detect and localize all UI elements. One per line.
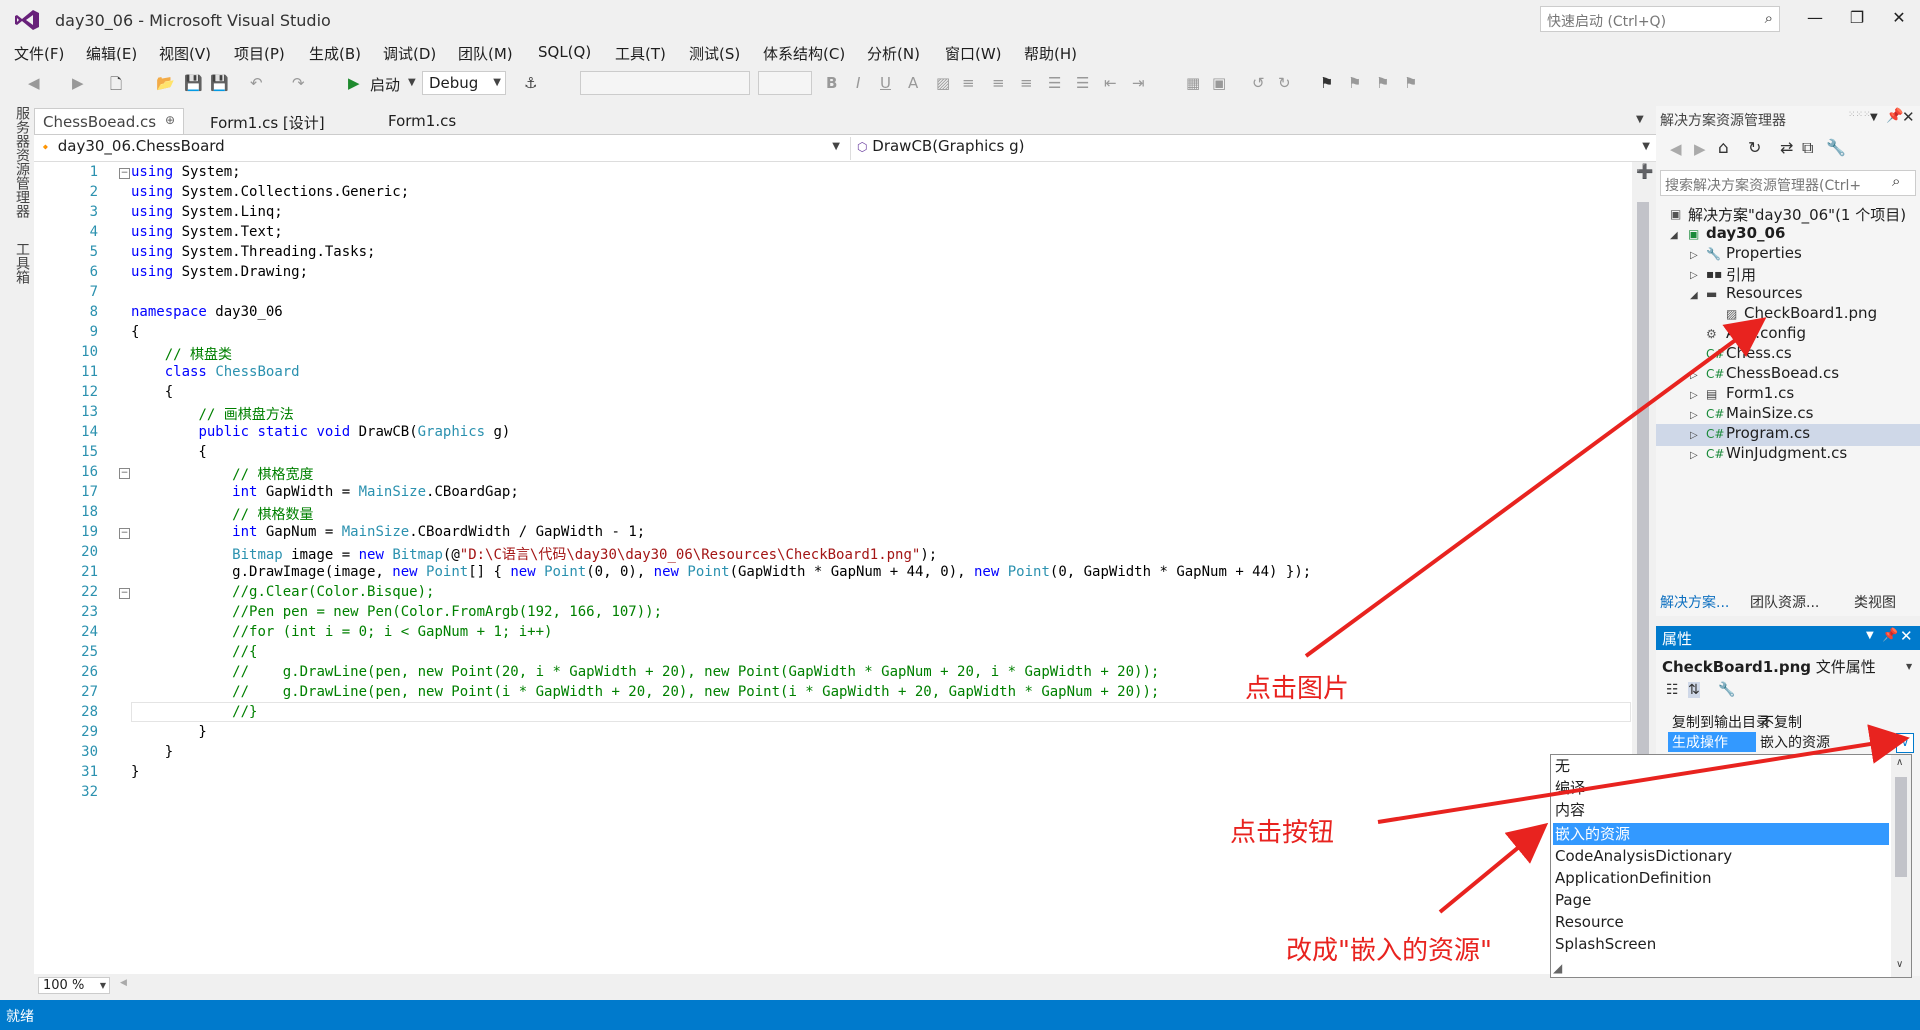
arrow-to-embedded-option <box>1438 822 1549 914</box>
annotation-arrows <box>1304 317 1910 914</box>
arrow-to-dropdown-button <box>1377 724 1910 824</box>
annotation-change-embedded: 改成"嵌入的资源" <box>1286 936 1492 966</box>
annotation-click-image: 点击图片 <box>1245 674 1350 704</box>
annotation-click-button: 点击按钮 <box>1230 818 1335 848</box>
arrow-to-image-file <box>1304 317 1767 658</box>
vs-window: day30_06 - Microsoft Visual Studio 快速启动 … <box>0 0 1920 1030</box>
